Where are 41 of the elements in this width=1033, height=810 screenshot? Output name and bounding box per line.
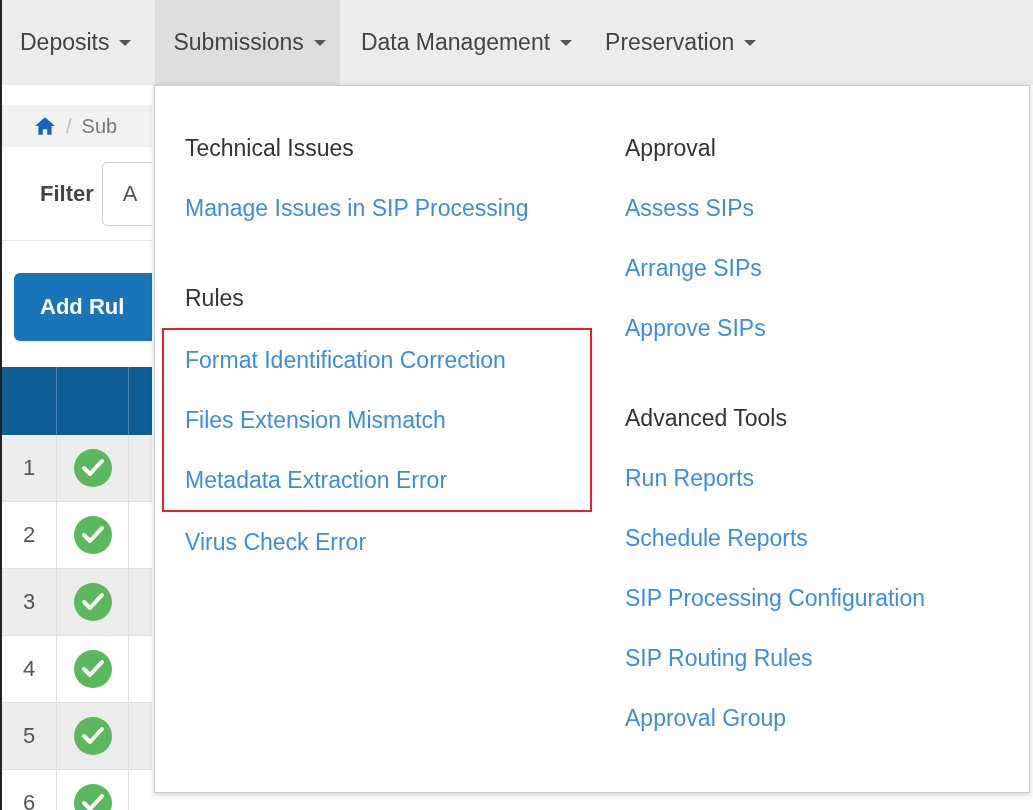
check-circle-icon <box>72 448 113 488</box>
caret-icon <box>744 39 757 46</box>
menu-link[interactable]: Run Reports <box>625 464 755 492</box>
menu-section-heading: Technical Issues <box>185 134 354 162</box>
caret-icon <box>560 39 573 46</box>
menu-link[interactable]: Files Extension Mismatch <box>185 406 446 434</box>
caret-icon <box>313 39 326 46</box>
nav-menu-button[interactable]: Deposits <box>17 0 144 85</box>
menu-section-heading: Approval <box>625 134 716 162</box>
menu-section-heading: Advanced Tools <box>625 404 787 432</box>
menu-link[interactable]: Metadata Extraction Error <box>185 466 448 494</box>
check-circle-icon <box>72 716 113 756</box>
menu-link[interactable]: Format Identification Correction <box>185 346 506 374</box>
row-number: 1 <box>22 455 36 481</box>
add-rule-button[interactable]: Add Rul <box>14 273 152 341</box>
caret-icon <box>119 39 132 46</box>
menu-link[interactable]: SIP Processing Configuration <box>625 584 926 612</box>
row-number: 4 <box>22 656 36 682</box>
check-circle-icon <box>72 582 113 622</box>
check-circle-icon <box>72 649 113 689</box>
row-number: 5 <box>22 723 36 749</box>
menu-link[interactable]: Virus Check Error <box>185 528 367 556</box>
menu-link[interactable]: Arrange SIPs <box>625 254 762 282</box>
menu-link[interactable]: Schedule Reports <box>625 524 808 552</box>
menu-section-heading: Rules <box>185 284 244 312</box>
nav-menu-button[interactable]: Preservation <box>602 0 769 85</box>
check-circle-icon <box>72 515 113 555</box>
menu-link[interactable]: SIP Routing Rules <box>625 644 813 672</box>
filter-label: Filter <box>40 180 94 207</box>
nav-menu-button[interactable]: Data Management <box>357 0 585 85</box>
breadcrumb-link[interactable]: Sub <box>81 114 118 138</box>
home-icon[interactable] <box>34 116 56 136</box>
breadcrumb-separator: / <box>66 114 72 138</box>
menu-link[interactable]: Approve SIPs <box>625 314 766 342</box>
row-number: 6 <box>22 790 36 810</box>
nav-menu-button[interactable]: Submissions <box>155 0 340 85</box>
menu-link[interactable]: Assess SIPs <box>625 194 755 222</box>
menu-link[interactable]: Manage Issues in SIP Processing <box>185 194 529 222</box>
row-number: 3 <box>22 589 36 615</box>
row-number: 2 <box>22 522 36 548</box>
menu-link[interactable]: Approval Group <box>625 704 787 732</box>
